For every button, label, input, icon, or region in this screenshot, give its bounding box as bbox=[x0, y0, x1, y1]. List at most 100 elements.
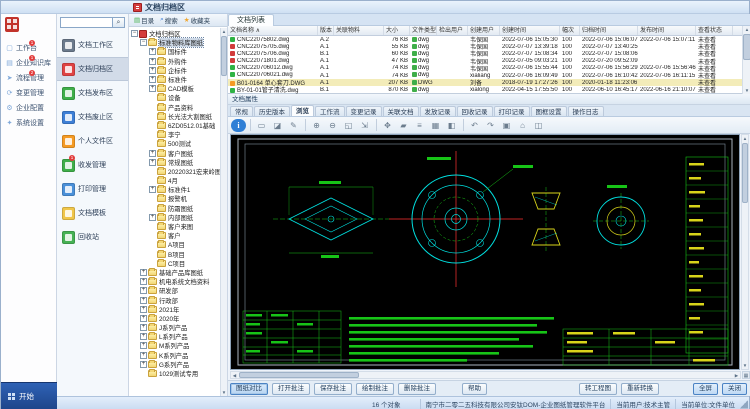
tree-item[interactable]: −标准物料库图纸 bbox=[129, 38, 220, 47]
search-button[interactable]: ⌕ bbox=[113, 17, 125, 28]
save-icon[interactable]: ◪ bbox=[270, 119, 285, 132]
props-tab-图框设置[interactable]: 图框设置 bbox=[531, 106, 567, 116]
edit-icon[interactable]: ✎ bbox=[286, 119, 301, 132]
tree-item[interactable]: +研发部 bbox=[129, 286, 220, 295]
open-icon[interactable]: ▭ bbox=[254, 119, 269, 132]
sidebar-item-1[interactable]: ▤企业知识库1 bbox=[1, 55, 56, 70]
tree-item[interactable]: +行政部 bbox=[129, 295, 220, 304]
tree-item[interactable]: +国标件 bbox=[129, 47, 220, 56]
nav-item-8[interactable]: 回收站 bbox=[57, 225, 128, 249]
preview-hscrollbar[interactable]: ◀ ▶ bbox=[230, 371, 741, 379]
action-button-1[interactable]: 打开批注 bbox=[272, 383, 310, 395]
home-icon[interactable]: ⌂ bbox=[515, 119, 530, 132]
column-header-creator[interactable]: 创建用户 bbox=[468, 26, 500, 35]
column-header-material[interactable]: 关联物料 bbox=[334, 26, 384, 35]
tree-item[interactable]: +标准件1 bbox=[129, 185, 220, 194]
tree-item[interactable]: +CAD模板 bbox=[129, 84, 220, 93]
props-tab-历史版本[interactable]: 历史版本 bbox=[254, 106, 290, 116]
tree-item[interactable]: 20220321宏来岭图纸 bbox=[129, 167, 220, 176]
split-view-icon[interactable]: ◫ bbox=[531, 119, 546, 132]
column-header-version[interactable]: 版本 bbox=[318, 26, 334, 35]
column-header-sheet[interactable]: 幅次 bbox=[560, 26, 580, 35]
nav-item-0[interactable]: 文档工作区 bbox=[57, 33, 128, 57]
cad-preview[interactable] bbox=[230, 134, 740, 370]
tree-item[interactable]: 客户 bbox=[129, 231, 220, 240]
expand-plus-icon[interactable]: + bbox=[149, 85, 156, 92]
tree-item[interactable]: +内部图纸 bbox=[129, 213, 220, 222]
tree-scroll-thumb[interactable] bbox=[221, 36, 227, 76]
tree-item[interactable]: +2020年 bbox=[129, 314, 220, 323]
tree-item[interactable]: 1029测试专用 bbox=[129, 369, 220, 378]
expand-plus-icon[interactable]: + bbox=[140, 269, 147, 276]
tree-toolbar-catalog[interactable]: ▤目录 bbox=[131, 15, 157, 26]
action-button-0[interactable]: 图纸对比 bbox=[230, 383, 268, 395]
preview-hscroll-thumb[interactable] bbox=[239, 372, 359, 378]
tree-item[interactable]: 李宁 bbox=[129, 130, 220, 139]
sidebar-item-5[interactable]: ✦系统设置 bbox=[1, 115, 56, 130]
tree-item[interactable]: 500测试 bbox=[129, 139, 220, 148]
table-row[interactable]: CNC220706012.dwgA.174 KBdwg韦保国2022-07-06… bbox=[228, 65, 750, 72]
nav-item-3[interactable]: 文档废止区 bbox=[57, 105, 128, 129]
tree-item[interactable]: 设备 bbox=[129, 93, 220, 102]
search-input[interactable] bbox=[60, 17, 113, 28]
tree-item[interactable]: +标准件 bbox=[129, 75, 220, 84]
props-tab-浏览[interactable]: 浏览 bbox=[291, 105, 314, 116]
column-header-name[interactable]: 文档名称 ∧ bbox=[228, 26, 318, 35]
zoom-extents-icon[interactable]: ⇲ bbox=[357, 119, 372, 132]
tree-item[interactable]: +常规图纸 bbox=[129, 158, 220, 167]
props-tab-常规[interactable]: 常规 bbox=[230, 106, 253, 116]
expand-plus-icon[interactable]: + bbox=[149, 48, 156, 55]
tree-item[interactable]: +基础产品库图纸 bbox=[129, 268, 220, 277]
tree-item[interactable]: +L系列产品 bbox=[129, 332, 220, 341]
props-tab-工作流[interactable]: 工作流 bbox=[315, 106, 345, 116]
scroll-down-icon[interactable]: ▼ bbox=[742, 362, 748, 369]
scroll-down-icon[interactable]: ▼ bbox=[221, 389, 227, 396]
start-button[interactable]: 开始 bbox=[1, 382, 57, 409]
table-row[interactable]: BY-01-01管子清洗.dwgB.1870 KBdwgxialong2022-… bbox=[228, 86, 750, 93]
props-tab-变更记录[interactable]: 变更记录 bbox=[346, 106, 382, 116]
expand-plus-icon[interactable]: + bbox=[140, 361, 147, 368]
tree-item[interactable]: 防霜图纸 bbox=[129, 204, 220, 213]
help-button[interactable]: 帮助 bbox=[462, 383, 487, 395]
tree-toolbar-favorites[interactable]: ★收藏夹 bbox=[181, 15, 213, 26]
tree-item[interactable]: +K系列产品 bbox=[129, 351, 220, 360]
expand-plus-icon[interactable]: + bbox=[140, 333, 147, 340]
column-header-archived[interactable]: 归档时间 bbox=[580, 26, 638, 35]
expand-plus-icon[interactable]: + bbox=[149, 76, 156, 83]
action-button-3[interactable]: 绘制批注 bbox=[356, 383, 394, 395]
preview-options-icon[interactable]: ▦ bbox=[742, 371, 750, 379]
zoom-in-icon[interactable]: ⊕ bbox=[309, 119, 324, 132]
nav-item-4[interactable]: 个人文件区 bbox=[57, 129, 128, 153]
props-tab-打印记录[interactable]: 打印记录 bbox=[494, 106, 530, 116]
expand-plus-icon[interactable]: + bbox=[140, 352, 147, 359]
redo-icon[interactable]: ↷ bbox=[483, 119, 498, 132]
tree-item[interactable]: +G系列产品 bbox=[129, 360, 220, 369]
tree-item[interactable]: 产品资料 bbox=[129, 103, 220, 112]
expand-plus-icon[interactable]: + bbox=[140, 342, 147, 349]
scroll-up-icon[interactable]: ▲ bbox=[742, 135, 748, 142]
scroll-up-icon[interactable]: ▲ bbox=[221, 28, 227, 35]
scroll-down-icon[interactable]: ▼ bbox=[743, 87, 750, 94]
tree-item[interactable]: +客户图纸 bbox=[129, 148, 220, 157]
convert-button-0[interactable]: 转工程图 bbox=[579, 383, 617, 395]
table-scroll-thumb[interactable] bbox=[743, 34, 750, 60]
zoom-window-icon[interactable]: ◱ bbox=[341, 119, 356, 132]
tree-item[interactable]: −文档归档区 bbox=[129, 29, 220, 38]
display-icon[interactable]: ▣ bbox=[499, 119, 514, 132]
pan-icon[interactable]: ✥ bbox=[380, 119, 395, 132]
tab-file-list[interactable]: 文档列表 bbox=[228, 14, 274, 26]
scroll-left-icon[interactable]: ◀ bbox=[231, 372, 238, 378]
tree-item[interactable]: C项目 bbox=[129, 259, 220, 268]
tree-item[interactable]: +企标件 bbox=[129, 66, 220, 75]
scroll-right-icon[interactable]: ▶ bbox=[733, 372, 740, 378]
expand-minus-icon[interactable]: − bbox=[140, 39, 147, 46]
expand-plus-icon[interactable]: + bbox=[149, 214, 156, 221]
expand-plus-icon[interactable]: + bbox=[149, 150, 156, 157]
column-header-size[interactable]: 大小 bbox=[384, 26, 410, 35]
sidebar-item-4[interactable]: ⚙企业配置 bbox=[1, 100, 56, 115]
props-tab-操作日志[interactable]: 操作日志 bbox=[568, 106, 604, 116]
expand-plus-icon[interactable]: + bbox=[140, 278, 147, 285]
convert-button-1[interactable]: 重新转换 bbox=[621, 383, 659, 395]
sidebar-item-0[interactable]: ▢工作台1 bbox=[1, 40, 56, 55]
file-table-scrollbar[interactable]: ▲ ▼ bbox=[742, 26, 750, 94]
